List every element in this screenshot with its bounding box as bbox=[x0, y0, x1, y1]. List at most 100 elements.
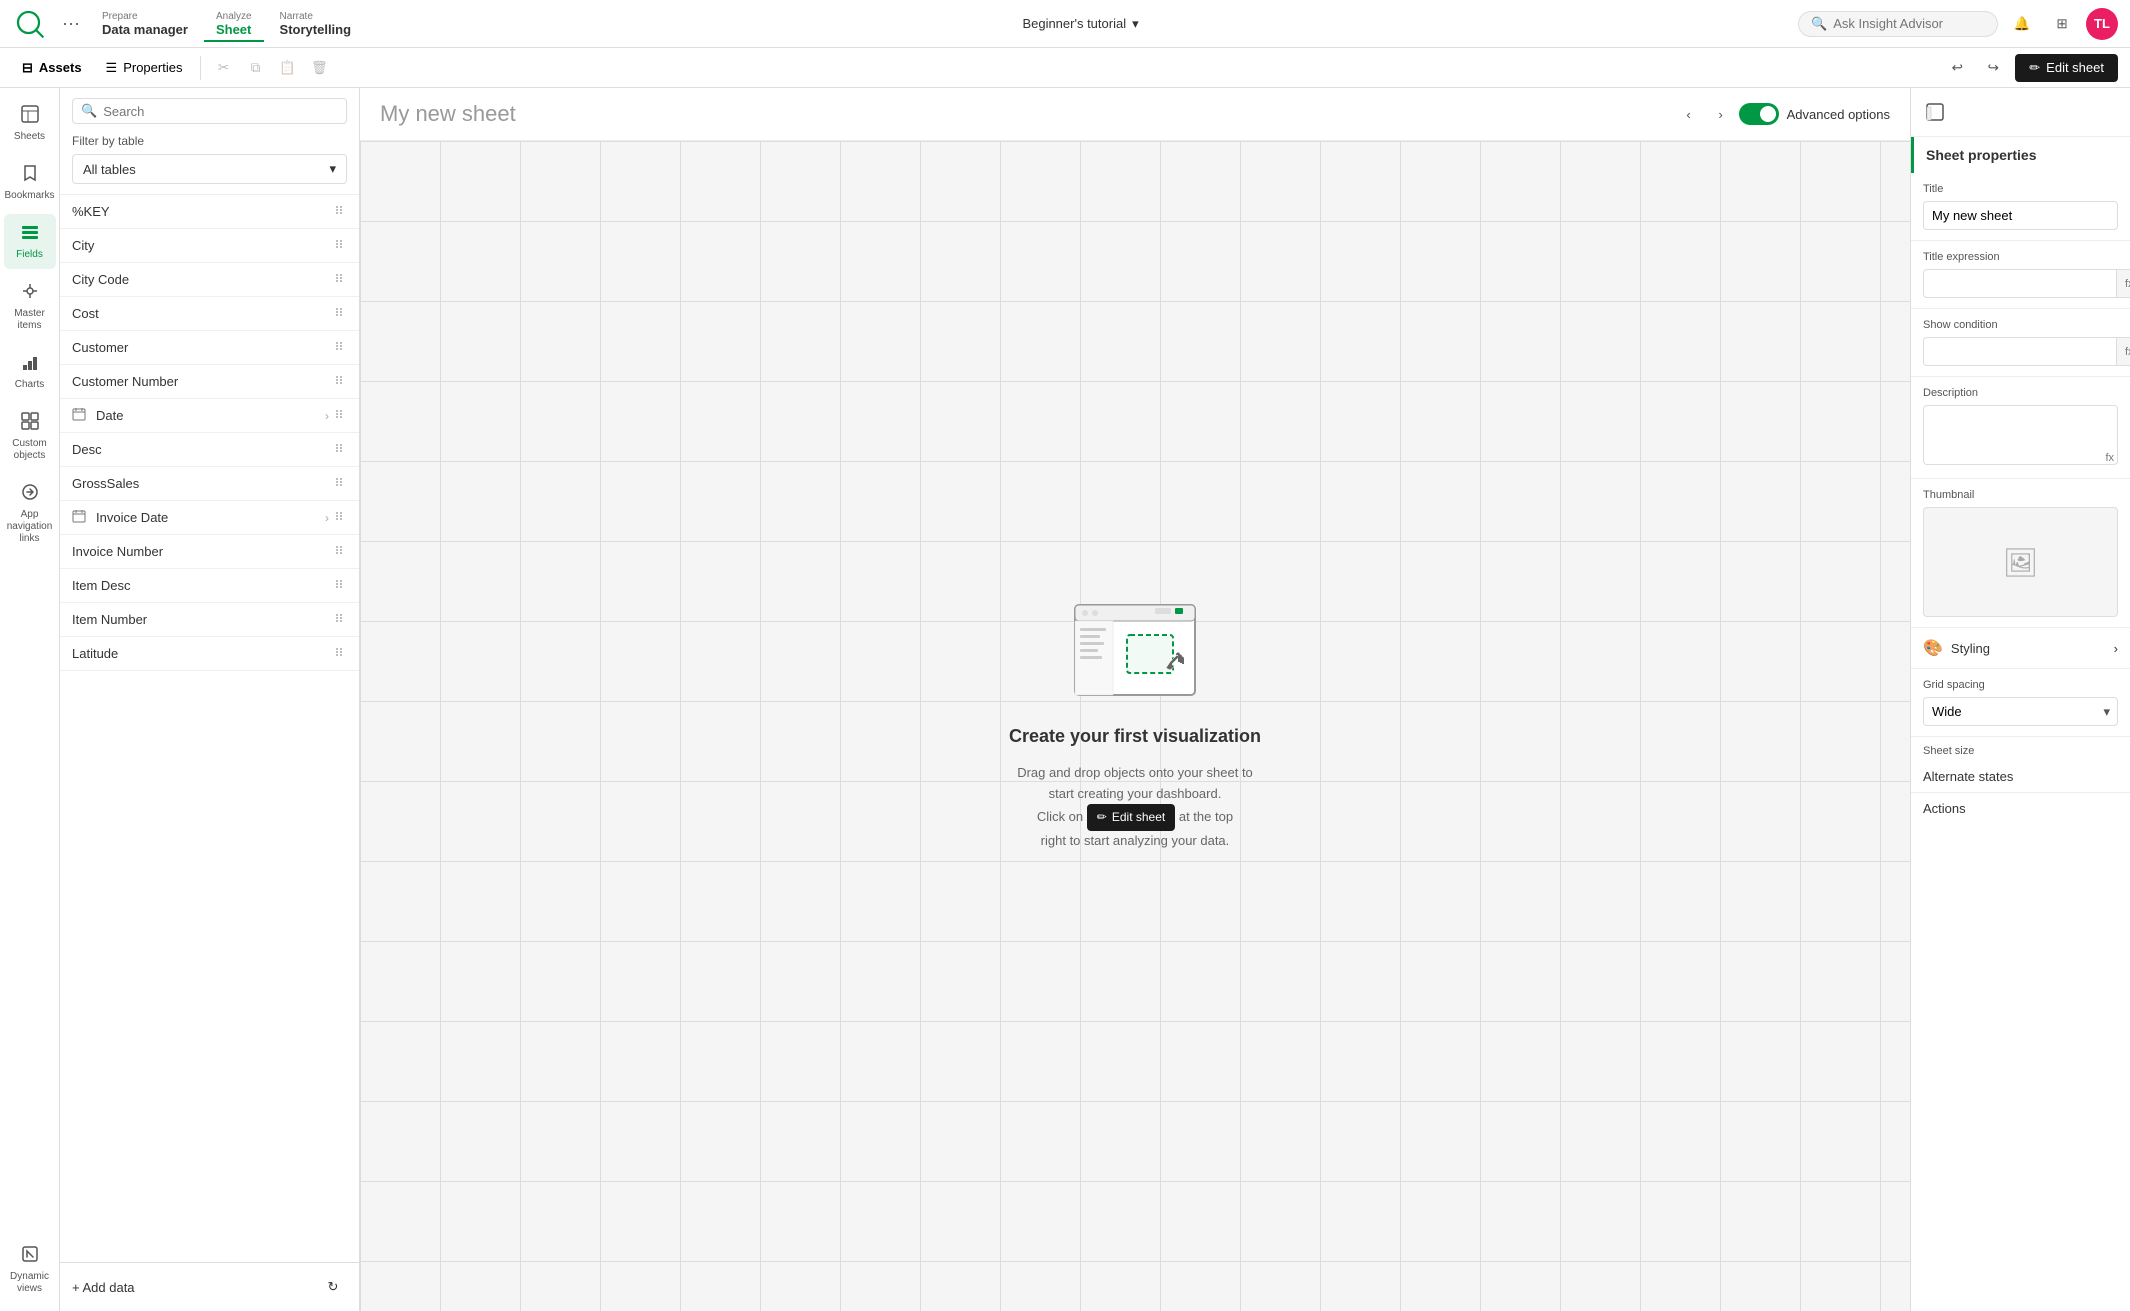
fields-search-input[interactable] bbox=[103, 104, 338, 119]
canvas-next-button[interactable]: › bbox=[1707, 100, 1735, 128]
add-data-button[interactable]: + Add data bbox=[72, 1280, 135, 1295]
sheets-label: Sheets bbox=[14, 131, 45, 143]
canvas-area: My new sheet ‹ › Advanced options bbox=[360, 88, 1910, 1311]
canvas-header: My new sheet ‹ › Advanced options bbox=[360, 88, 1910, 141]
sidebar-item-app-nav[interactable]: App navigation links bbox=[4, 474, 56, 553]
sidebar-item-master-items[interactable]: Master items bbox=[4, 273, 56, 340]
avatar[interactable]: TL bbox=[2086, 8, 2118, 40]
thumbnail-label: Thumbnail bbox=[1923, 489, 2118, 501]
styling-row[interactable]: 🎨 Styling › bbox=[1911, 628, 2130, 669]
drag-handle-icon[interactable] bbox=[333, 543, 347, 560]
nav-right: 🔍 🔔 ⊞ TL bbox=[1798, 8, 2118, 40]
edit-sheet-inline-button[interactable]: ✏ Edit sheet bbox=[1087, 804, 1175, 831]
redo-button[interactable]: ↪ bbox=[1979, 54, 2007, 82]
drag-handle-icon[interactable] bbox=[333, 441, 347, 458]
drag-handle-icon[interactable] bbox=[333, 305, 347, 322]
list-item[interactable]: Item Number bbox=[60, 603, 359, 637]
title-expression-input[interactable] bbox=[1923, 269, 2117, 298]
list-item[interactable]: Date › bbox=[60, 399, 359, 433]
grid-spacing-label: Grid spacing bbox=[1923, 679, 2118, 691]
list-item[interactable]: Invoice Date › bbox=[60, 501, 359, 535]
drag-handle-icon[interactable] bbox=[333, 475, 347, 492]
edit-sheet-button[interactable]: ✏ Edit sheet bbox=[2015, 54, 2118, 82]
description-textarea[interactable] bbox=[1923, 405, 2118, 465]
drag-handle-icon[interactable] bbox=[333, 509, 347, 526]
title-input[interactable] bbox=[1923, 201, 2118, 230]
field-name: Customer bbox=[72, 340, 128, 355]
narrate-nav[interactable]: Narrate Storytelling bbox=[268, 7, 364, 41]
bookmarks-icon bbox=[20, 163, 40, 188]
more-options-button[interactable]: ··· bbox=[56, 7, 86, 40]
sidebar-item-sheets[interactable]: Sheets bbox=[4, 96, 56, 151]
drag-handle-icon[interactable] bbox=[333, 577, 347, 594]
grid-spacing-select[interactable]: Small Medium Wide bbox=[1923, 697, 2118, 726]
field-name: Date bbox=[96, 408, 123, 423]
fields-search-icon: 🔍 bbox=[81, 103, 97, 119]
field-name: Invoice Number bbox=[72, 544, 163, 559]
title-expression-fx-button[interactable]: fx bbox=[2117, 269, 2130, 298]
drag-handle-icon[interactable] bbox=[333, 203, 347, 220]
list-item[interactable]: Customer Number bbox=[60, 365, 359, 399]
list-item[interactable]: Desc bbox=[60, 433, 359, 467]
list-item[interactable]: Cost bbox=[60, 297, 359, 331]
advanced-options-toggle[interactable] bbox=[1739, 103, 1779, 125]
analyze-label: Analyze bbox=[216, 11, 252, 22]
properties-button[interactable]: ☰ Properties bbox=[96, 56, 193, 80]
sidebar-item-bookmarks[interactable]: Bookmarks bbox=[4, 155, 56, 210]
list-item[interactable]: City bbox=[60, 229, 359, 263]
copy-button[interactable]: ⧉ bbox=[241, 54, 269, 82]
cut-button[interactable]: ✂ bbox=[209, 54, 237, 82]
panel-icon-button[interactable] bbox=[1919, 96, 1951, 128]
description-fx-button[interactable]: fx bbox=[2105, 452, 2114, 464]
search-icon: 🔍 bbox=[1811, 16, 1827, 32]
drag-handle-icon[interactable] bbox=[333, 407, 347, 424]
list-item[interactable]: Latitude bbox=[60, 637, 359, 671]
edit-sheet-inline-label: Edit sheet bbox=[1112, 808, 1165, 827]
list-item[interactable]: GrossSales bbox=[60, 467, 359, 501]
table-filter-dropdown[interactable]: All tables ▾ bbox=[72, 154, 347, 184]
title-section: Title bbox=[1911, 173, 2130, 241]
analyze-nav[interactable]: Analyze Sheet bbox=[204, 7, 264, 41]
list-item[interactable]: Invoice Number bbox=[60, 535, 359, 569]
expand-icon[interactable]: › bbox=[325, 409, 329, 423]
properties-icon: ☰ bbox=[106, 60, 118, 76]
paste-button[interactable]: 📋 bbox=[273, 54, 301, 82]
thumbnail-area[interactable]: 🖼 bbox=[1923, 507, 2118, 617]
expand-icon[interactable]: › bbox=[325, 511, 329, 525]
show-condition-fx-button[interactable]: fx bbox=[2117, 337, 2130, 366]
list-item[interactable]: Customer bbox=[60, 331, 359, 365]
analyze-title: Sheet bbox=[216, 22, 252, 37]
top-nav: ··· Prepare Data manager Analyze Sheet N… bbox=[0, 0, 2130, 48]
drag-handle-icon[interactable] bbox=[333, 611, 347, 628]
show-condition-input[interactable] bbox=[1923, 337, 2117, 366]
drag-handle-icon[interactable] bbox=[333, 339, 347, 356]
assets-button[interactable]: ⊟ Assets bbox=[12, 56, 92, 80]
drag-handle-icon[interactable] bbox=[333, 271, 347, 288]
field-name: Invoice Date bbox=[96, 510, 168, 525]
toolbar-right: ↩ ↪ ✏ Edit sheet bbox=[1943, 54, 2118, 82]
drag-handle-icon[interactable] bbox=[333, 373, 347, 390]
fields-search-box[interactable]: 🔍 bbox=[72, 98, 347, 124]
drag-handle-icon[interactable] bbox=[333, 645, 347, 662]
drag-handle-icon[interactable] bbox=[333, 237, 347, 254]
prepare-nav[interactable]: Prepare Data manager bbox=[90, 7, 200, 41]
list-item[interactable]: Item Desc bbox=[60, 569, 359, 603]
sidebar-item-custom-objects[interactable]: Custom objects bbox=[4, 403, 56, 470]
sidebar-item-fields[interactable]: Fields bbox=[4, 214, 56, 269]
search-box[interactable]: 🔍 bbox=[1798, 11, 1998, 37]
list-item[interactable]: City Code bbox=[60, 263, 359, 297]
undo-button[interactable]: ↩ bbox=[1943, 54, 1971, 82]
sidebar-item-dynamic-views[interactable]: Dynamic views bbox=[4, 1236, 56, 1303]
list-item[interactable]: %KEY bbox=[60, 195, 359, 229]
canvas-prev-button[interactable]: ‹ bbox=[1675, 100, 1703, 128]
notifications-button[interactable]: 🔔 bbox=[2006, 8, 2038, 40]
sidebar-item-charts[interactable]: Charts bbox=[4, 344, 56, 399]
delete-button[interactable]: 🗑 bbox=[305, 54, 333, 82]
apps-grid-button[interactable]: ⊞ bbox=[2046, 8, 2078, 40]
search-input[interactable] bbox=[1833, 16, 1973, 31]
properties-label: Properties bbox=[123, 60, 182, 75]
alternate-states-label: Alternate states bbox=[1923, 769, 2013, 784]
tutorial-button[interactable]: Beginner's tutorial ▾ bbox=[1008, 10, 1152, 38]
refresh-button[interactable]: ↻ bbox=[319, 1273, 347, 1301]
dynamic-views-icon bbox=[20, 1244, 40, 1269]
